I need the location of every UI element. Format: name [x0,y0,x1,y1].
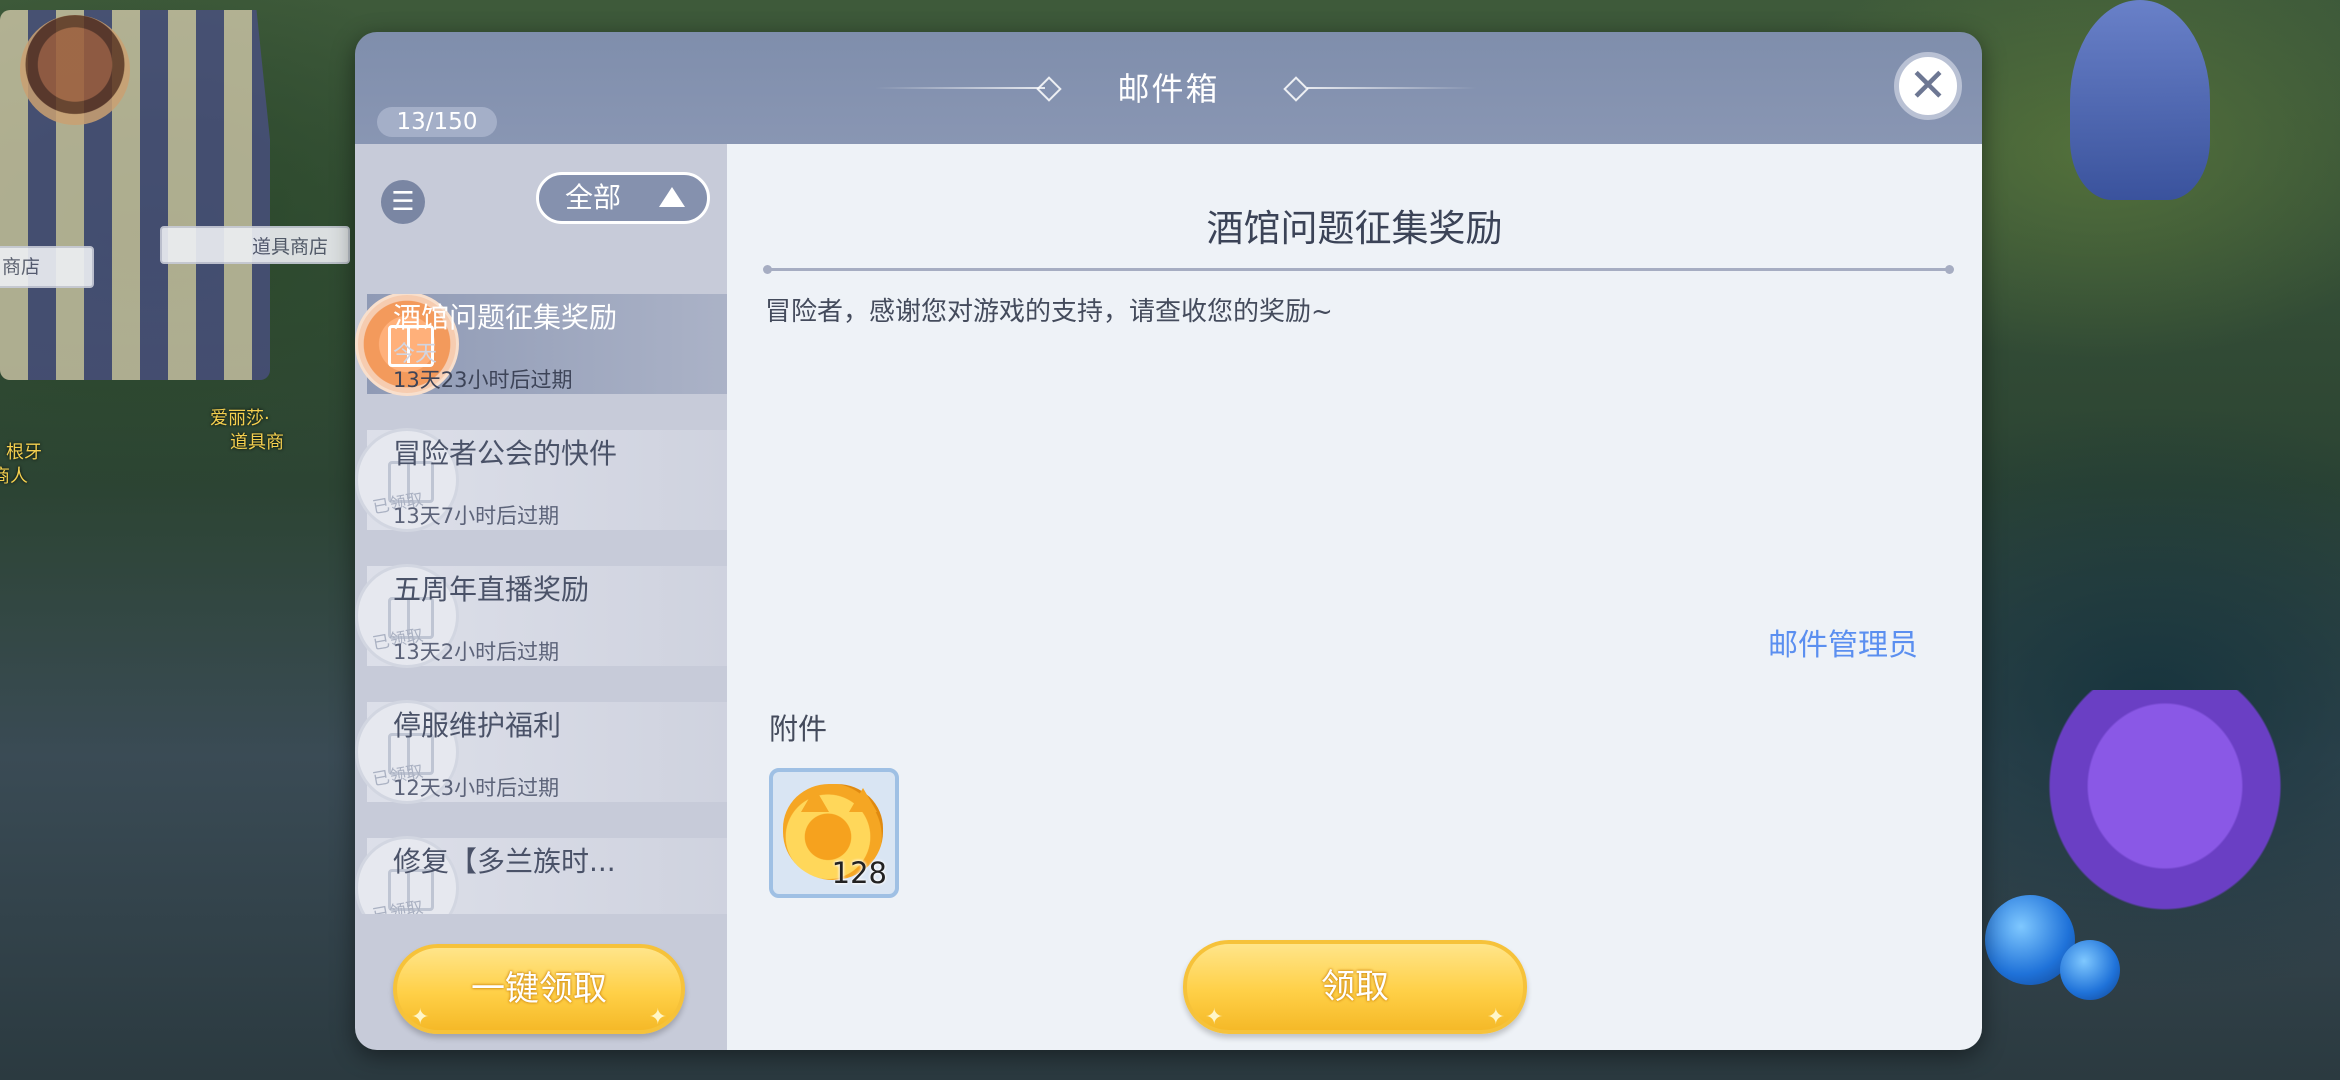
background-mushroom-small [2060,940,2120,1000]
mail-expiry: 13天2小时后过期 [393,640,560,664]
sparkle-icon: ✦ [411,1005,430,1030]
npc-name: 爱丽莎· [210,408,270,429]
claim-all-button[interactable]: ✦ 一键领取 ✦ [393,944,685,1034]
background-purple-tree [2030,690,2300,930]
attachment-quantity: 128 [831,856,887,890]
mail-title: 修复【多兰族时... [393,845,616,878]
mail-expiry: 13天23小时后过期 [393,368,573,392]
mail-title: 冒险者公会的快件 [393,437,618,470]
filter-dropdown[interactable]: 全部 [536,172,710,224]
mailbox-dialog: 邮件箱 13/150 ✕ ☰ 全部 酒馆问题征集奖励 今天 13天23小时后过期… [355,32,1982,1050]
title-divider [763,265,1954,274]
close-button[interactable]: ✕ [1894,52,1962,120]
sparkle-icon: ✦ [1205,1005,1224,1030]
attachment-slot[interactable]: 128 [769,768,899,898]
sparkle-icon: ✦ [1486,1005,1505,1030]
mail-count-badge: 13/150 [377,107,497,137]
background-tower [2070,0,2210,200]
npc-name-2: 根牙 [6,442,42,463]
mail-expiry: 13天7小时后过期 [393,504,560,528]
mail-sidebar: ☰ 全部 酒馆问题征集奖励 今天 13天23小时后过期 已领取 冒险者公会的快件… [355,144,727,1050]
chevron-up-icon [659,187,685,207]
dialog-title: 邮件箱 [1117,70,1220,108]
title-ornament-right [1307,87,1477,89]
mail-item-2[interactable]: 已领取 冒险者公会的快件 13天7小时后过期 [355,428,727,540]
mail-item-4[interactable]: 已领取 停服维护福利 12天3小时后过期 [355,700,727,812]
sparkle-icon: ✦ [648,1005,667,1030]
mail-item-1[interactable]: 酒馆问题征集奖励 今天 13天23小时后过期 [355,294,727,404]
item-shop-sign: 道具商店 [160,226,350,264]
claim-all-label: 一键领取 [471,969,607,1009]
mail-list[interactable]: 酒馆问题征集奖励 今天 13天23小时后过期 已领取 冒险者公会的快件 13天7… [355,294,727,914]
claim-button[interactable]: ✦ 领取 ✦ [1183,940,1527,1034]
npc-title: 道具商 [230,432,284,453]
list-icon[interactable]: ☰ [381,180,425,224]
mail-detail-title: 酒馆问题征集奖励 [1206,207,1503,250]
background-stall-ornament [20,15,130,125]
claim-label: 领取 [1321,967,1389,1007]
mail-body: 冒险者，感谢您对游戏的支持，请查收您的奖励~ [765,297,1333,327]
mail-content: 酒馆问题征集奖励 冒险者，感谢您对游戏的支持，请查收您的奖励~ 邮件管理员 附件… [727,144,1982,1050]
mail-expiry: 12天3小时后过期 [393,776,560,800]
attachment-label: 附件 [769,712,828,746]
mail-title: 五周年直播奖励 [393,573,590,606]
shop-sign: 商店 [0,246,94,288]
mail-sender: 邮件管理员 [1768,628,1918,663]
filter-label: 全部 [565,181,622,214]
npc-title-2: 商人 [0,466,28,487]
mail-item-5[interactable]: 已领取 修复【多兰族时... [355,836,727,914]
mail-title: 停服维护福利 [393,709,562,742]
dialog-header: 邮件箱 13/150 ✕ [355,32,1982,144]
mail-item-3[interactable]: 已领取 五周年直播奖励 13天2小时后过期 [355,564,727,676]
mail-title: 酒馆问题征集奖励 [393,301,618,334]
